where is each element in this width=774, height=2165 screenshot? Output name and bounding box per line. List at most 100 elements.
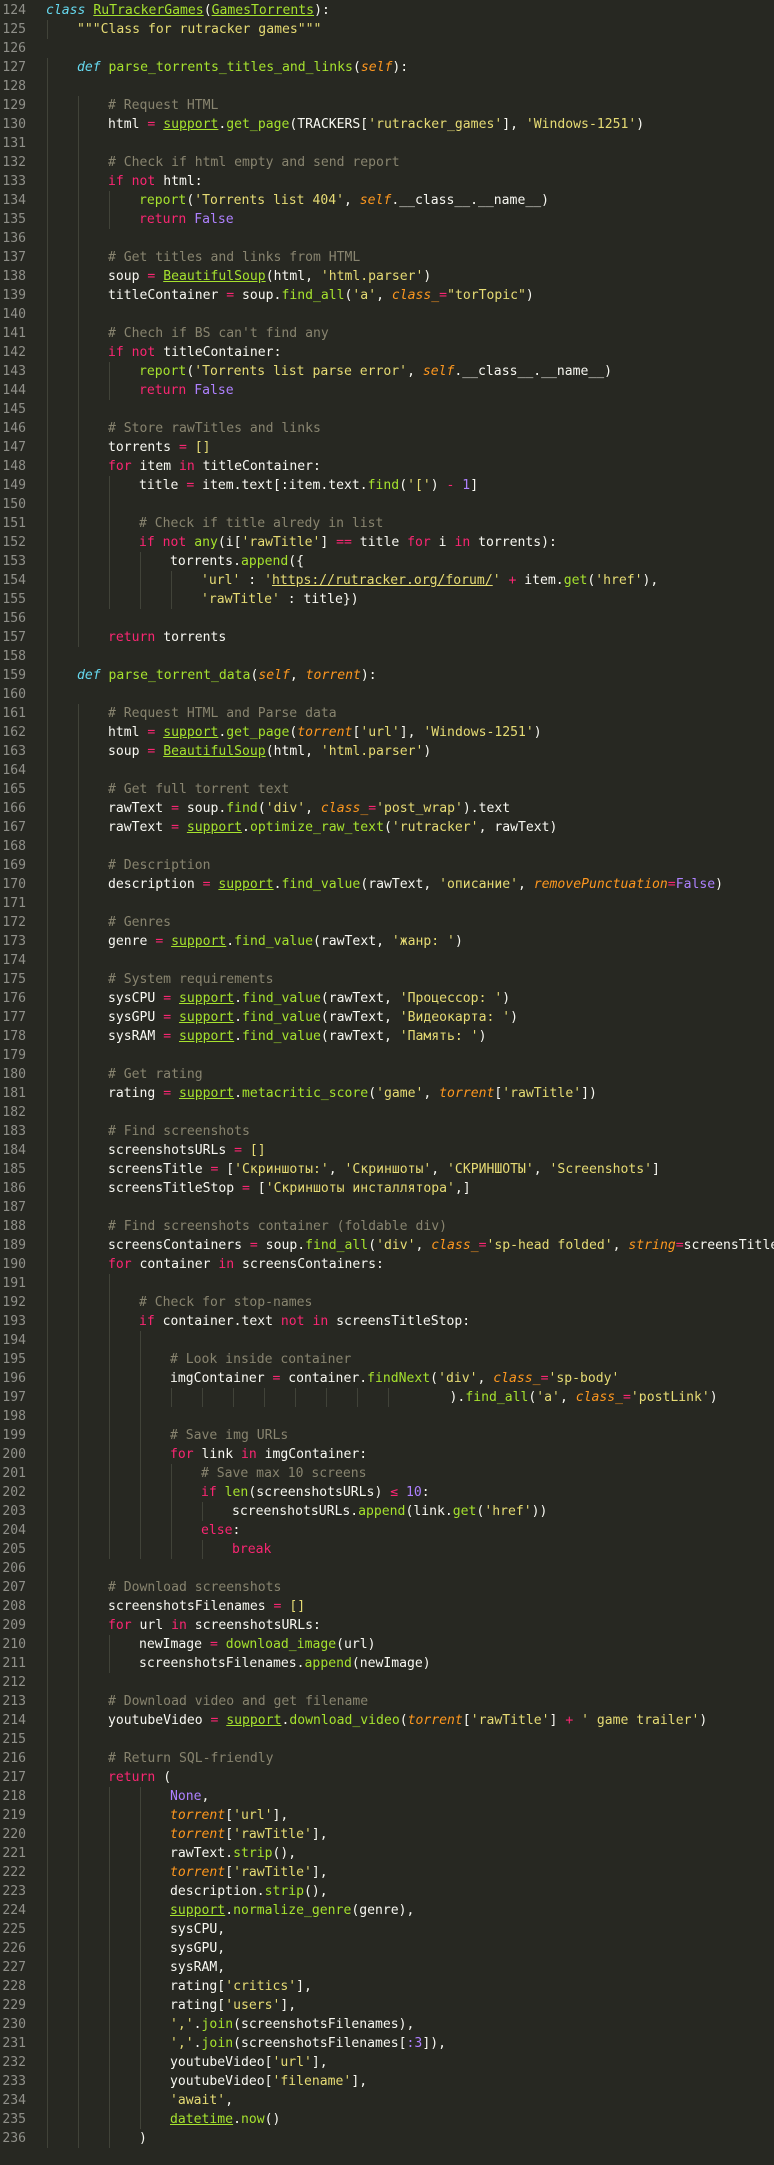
code-line[interactable]: 198 bbox=[0, 1407, 774, 1426]
code-line[interactable]: 217 return ( bbox=[0, 1768, 774, 1787]
code-line[interactable]: 216 # Return SQL-friendly bbox=[0, 1749, 774, 1768]
code-line[interactable]: 145 bbox=[0, 400, 774, 419]
code-line[interactable]: 230 ','.join(screenshotsFilenames), bbox=[0, 2015, 774, 2034]
code-line[interactable]: 220 torrent['rawTitle'], bbox=[0, 1825, 774, 1844]
code-line[interactable]: 218 None, bbox=[0, 1787, 774, 1806]
code-line[interactable]: 235 datetime.now() bbox=[0, 2110, 774, 2129]
code-line[interactable]: 197 ).find_all('a', class_='postLink') bbox=[0, 1388, 774, 1407]
code-line[interactable]: 159 def parse_torrent_data(self, torrent)… bbox=[0, 666, 774, 685]
code-line[interactable]: 195 # Look inside container bbox=[0, 1350, 774, 1369]
code-line[interactable]: 225 sysCPU, bbox=[0, 1920, 774, 1939]
code-line[interactable]: 221 rawText.strip(), bbox=[0, 1844, 774, 1863]
code-line[interactable]: 187 bbox=[0, 1198, 774, 1217]
code-line[interactable]: 196 imgContainer = container.findNext('di… bbox=[0, 1369, 774, 1388]
code-line[interactable]: 199 # Save img URLs bbox=[0, 1426, 774, 1445]
code-line[interactable]: 165 # Get full torrent text bbox=[0, 780, 774, 799]
code-line[interactable]: 144 return False bbox=[0, 381, 774, 400]
code-line[interactable]: 201 # Save max 10 screens bbox=[0, 1464, 774, 1483]
code-line[interactable]: 164 bbox=[0, 761, 774, 780]
code-line[interactable]: 172 # Genres bbox=[0, 913, 774, 932]
code-line[interactable]: 136 bbox=[0, 229, 774, 248]
code-line[interactable]: 192 # Check for stop-names bbox=[0, 1293, 774, 1312]
code-line[interactable]: 212 bbox=[0, 1673, 774, 1692]
code-line[interactable]: 177 sysGPU = support.find_value(rawText, … bbox=[0, 1008, 774, 1027]
code-line[interactable]: 184 screenshotsURLs = [] bbox=[0, 1141, 774, 1160]
code-line[interactable]: 236) bbox=[0, 2129, 774, 2148]
code-line[interactable]: 150 bbox=[0, 495, 774, 514]
code-line[interactable]: 175 # System requirements bbox=[0, 970, 774, 989]
code-line[interactable]: 182 bbox=[0, 1103, 774, 1122]
code-line[interactable]: 214 youtubeVideo = support.download_video… bbox=[0, 1711, 774, 1730]
code-line[interactable]: 124 class RuTrackerGames(GamesTorrents): bbox=[0, 1, 774, 20]
code-line[interactable]: 233 youtubeVideo['filename'], bbox=[0, 2072, 774, 2091]
code-line[interactable]: 140 bbox=[0, 305, 774, 324]
code-line[interactable]: 202 if len(screenshotsURLs) ≤ 10: bbox=[0, 1483, 774, 1502]
code-line[interactable]: 168 bbox=[0, 837, 774, 856]
code-line[interactable]: 194 bbox=[0, 1331, 774, 1350]
code-line[interactable]: 154 'url' : 'https://rutracker.org/forum/… bbox=[0, 571, 774, 590]
code-line[interactable]: 125 """Class for rutracker games""" bbox=[0, 20, 774, 39]
code-line[interactable]: 135 return False bbox=[0, 210, 774, 229]
code-editor[interactable]: 124 class RuTrackerGames(GamesTorrents): 1… bbox=[0, 0, 774, 2165]
code-line[interactable]: 200 for link in imgContainer: bbox=[0, 1445, 774, 1464]
code-line[interactable]: 190 for container in screensContainers: bbox=[0, 1255, 774, 1274]
code-line[interactable]: 161 # Request HTML and Parse data bbox=[0, 704, 774, 723]
code-line[interactable]: 189 screensContainers = soup.find_all('di… bbox=[0, 1236, 774, 1255]
code-line[interactable]: 229 rating['users'], bbox=[0, 1996, 774, 2015]
code-line[interactable]: 231 ','.join(screenshotsFilenames[:3]), bbox=[0, 2034, 774, 2053]
code-line[interactable]: 185 screensTitle = ['Скриншоты:', 'Скринш… bbox=[0, 1160, 774, 1179]
code-line[interactable]: 155 'rawTitle' : title}) bbox=[0, 590, 774, 609]
code-line[interactable]: 129 # Request HTML bbox=[0, 96, 774, 115]
code-line[interactable]: 207 # Download screenshots bbox=[0, 1578, 774, 1597]
code-line[interactable]: 193 if container.text not in screensTitle… bbox=[0, 1312, 774, 1331]
code-line[interactable]: 170 description = support.find_value(rawT… bbox=[0, 875, 774, 894]
code-line[interactable]: 131 bbox=[0, 134, 774, 153]
code-line[interactable]: 208 screenshotsFilenames = [] bbox=[0, 1597, 774, 1616]
code-line[interactable]: 166 rawText = soup.find('div', class_='po… bbox=[0, 799, 774, 818]
code-line[interactable]: 139 titleContainer = soup.find_all('a', c… bbox=[0, 286, 774, 305]
code-line[interactable]: 228 rating['critics'], bbox=[0, 1977, 774, 1996]
code-line[interactable]: 138 soup = BeautifulSoup(html, 'html.pars… bbox=[0, 267, 774, 286]
code-line[interactable]: 183 # Find screenshots bbox=[0, 1122, 774, 1141]
code-line[interactable]: 137 # Get titles and links from HTML bbox=[0, 248, 774, 267]
code-line[interactable]: 232 youtubeVideo['url'], bbox=[0, 2053, 774, 2072]
code-line[interactable]: 152 if not any(i['rawTitle'] == title for… bbox=[0, 533, 774, 552]
code-line[interactable]: 222 torrent['rawTitle'], bbox=[0, 1863, 774, 1882]
code-line[interactable]: 173 genre = support.find_value(rawText, '… bbox=[0, 932, 774, 951]
code-line[interactable]: 179 bbox=[0, 1046, 774, 1065]
code-line[interactable]: 205 break bbox=[0, 1540, 774, 1559]
code-line[interactable]: 178 sysRAM = support.find_value(rawText, … bbox=[0, 1027, 774, 1046]
code-line[interactable]: 209 for url in screenshotsURLs: bbox=[0, 1616, 774, 1635]
code-line[interactable]: 219 torrent['url'], bbox=[0, 1806, 774, 1825]
code-line[interactable]: 226 sysGPU, bbox=[0, 1939, 774, 1958]
code-line[interactable]: 163 soup = BeautifulSoup(html, 'html.pars… bbox=[0, 742, 774, 761]
code-line[interactable]: 148 for item in titleContainer: bbox=[0, 457, 774, 476]
code-line[interactable]: 143 report('Torrents list parse error', s… bbox=[0, 362, 774, 381]
code-line[interactable]: 167 rawText = support.optimize_raw_text('… bbox=[0, 818, 774, 837]
code-line[interactable]: 215 bbox=[0, 1730, 774, 1749]
code-line[interactable]: 157 return torrents bbox=[0, 628, 774, 647]
code-line[interactable]: 127 def parse_torrents_titles_and_links(s… bbox=[0, 58, 774, 77]
code-line[interactable]: 169 # Description bbox=[0, 856, 774, 875]
code-line[interactable]: 132 # Check if html empty and send report bbox=[0, 153, 774, 172]
code-line[interactable]: 210 newImage = download_image(url) bbox=[0, 1635, 774, 1654]
code-line[interactable]: 130 html = support.get_page(TRACKERS['rut… bbox=[0, 115, 774, 134]
code-line[interactable]: 126 bbox=[0, 39, 774, 58]
code-line[interactable]: 146 # Store rawTitles and links bbox=[0, 419, 774, 438]
code-line[interactable]: 186 screensTitleStop = ['Скриншоты инстал… bbox=[0, 1179, 774, 1198]
code-line[interactable]: 158 bbox=[0, 647, 774, 666]
code-line[interactable]: 203 screenshotsURLs.append(link.get('href… bbox=[0, 1502, 774, 1521]
code-line[interactable]: 141 # Chech if BS can't find any bbox=[0, 324, 774, 343]
code-line[interactable]: 213 # Download video and get filename bbox=[0, 1692, 774, 1711]
code-line[interactable]: 206 bbox=[0, 1559, 774, 1578]
code-line[interactable]: 180 # Get rating bbox=[0, 1065, 774, 1084]
code-line[interactable]: 176 sysCPU = support.find_value(rawText, … bbox=[0, 989, 774, 1008]
code-line[interactable]: 151 # Check if title alredy in list bbox=[0, 514, 774, 533]
code-line[interactable]: 147 torrents = [] bbox=[0, 438, 774, 457]
code-line[interactable]: 174 bbox=[0, 951, 774, 970]
code-line[interactable]: 223 description.strip(), bbox=[0, 1882, 774, 1901]
code-line[interactable]: 153 torrents.append({ bbox=[0, 552, 774, 571]
code-line[interactable]: 234 'await', bbox=[0, 2091, 774, 2110]
code-line[interactable]: 149 title = item.text[:item.text.find('['… bbox=[0, 476, 774, 495]
code-line[interactable]: 128 bbox=[0, 77, 774, 96]
